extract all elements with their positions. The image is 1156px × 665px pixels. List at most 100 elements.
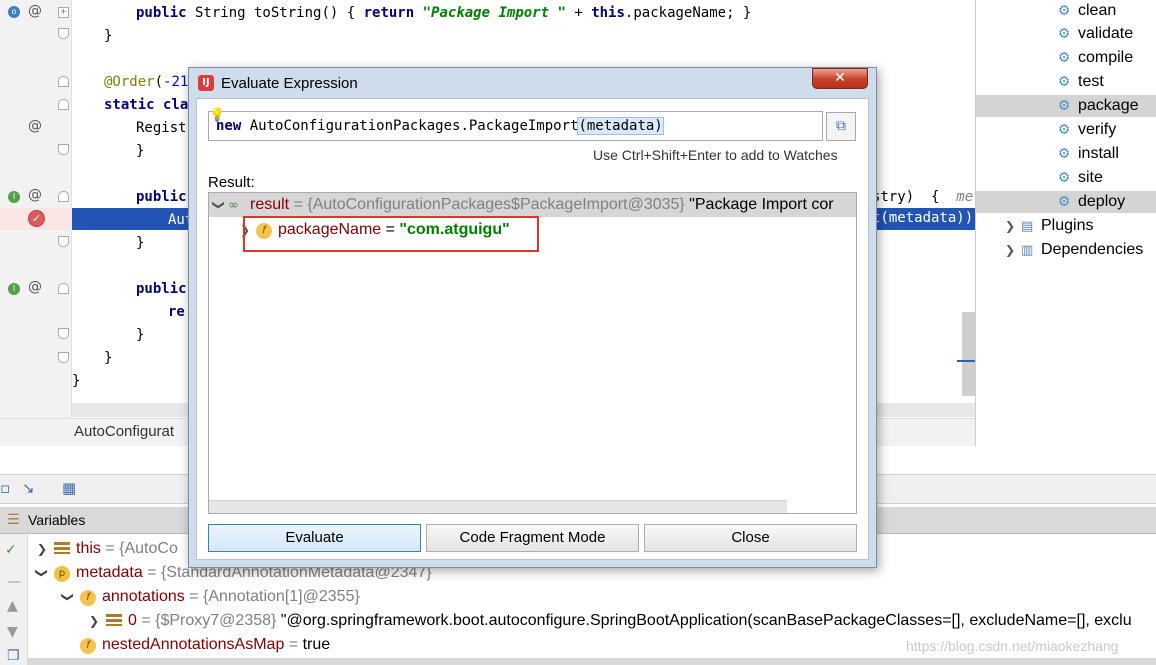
variables-list-icon: ☰ (7, 512, 20, 528)
result-row[interactable]: ❯ ∞ result = {AutoConfigurationPackages$Pa… (210, 193, 834, 218)
editor-vertical-scrollbar[interactable] (962, 312, 975, 396)
result-string: "Package Import cor (684, 196, 834, 213)
step-into-icon[interactable]: ↘ (22, 479, 35, 497)
maven-node-label: Dependencies (1041, 241, 1144, 258)
maven-goal-label: package (1078, 97, 1139, 114)
array-element-icon (106, 614, 122, 626)
implements-marker-icon[interactable]: I (8, 191, 20, 203)
expression-text[interactable]: new AutoConfigurationPackages.PackageImp… (216, 117, 664, 135)
override-marker-icon[interactable]: o (8, 6, 20, 18)
minus-icon[interactable]: — (7, 574, 21, 590)
chevron-down-icon[interactable]: ❯ (207, 196, 231, 214)
arrow-up-icon[interactable]: ▲ (7, 598, 18, 614)
arrow-down-icon[interactable]: ▼ (7, 624, 18, 640)
code-keyword: public (136, 189, 187, 205)
code-keyword: public (136, 5, 187, 21)
code-line-brace: } (104, 28, 113, 44)
chevron-right-icon[interactable]: ❯ (1005, 239, 1021, 261)
fold-end-icon[interactable] (58, 352, 69, 363)
chevron-down-icon[interactable]: ❯ (57, 587, 79, 607)
code-line-static: static cla (104, 97, 188, 113)
gear-icon: ⚙ (1057, 26, 1071, 42)
fold-end-icon[interactable] (58, 144, 69, 155)
maven-goal-deploy[interactable]: ⚙ deploy (976, 191, 1156, 213)
code-line-brace: } (136, 235, 145, 251)
maven-goal-install[interactable]: ⚙ install (1055, 143, 1119, 165)
variable-row-annotation-0[interactable]: ❯ 0 = {$Proxy7@2358} "@org.springframewor… (84, 610, 1132, 632)
code-annotation: @Order (104, 74, 155, 90)
variable-name: this (76, 540, 101, 557)
fold-expand-icon[interactable]: + (58, 7, 69, 18)
watermark: https://blog.csdn.net/miaokezhang (906, 638, 1119, 654)
variables-title: Variables (28, 512, 86, 528)
result-horizontal-scrollbar[interactable] (209, 500, 787, 513)
dependencies-icon: ▥ (1021, 243, 1034, 258)
dialog-close-button[interactable]: ✕ (812, 68, 868, 89)
code-line-brace: } (72, 373, 81, 389)
intellij-app-icon: IJ (198, 75, 214, 91)
gear-icon: ⚙ (1057, 146, 1071, 162)
fold-start-icon[interactable] (58, 191, 69, 202)
annotation-at-icon: @ (28, 118, 42, 134)
maven-goal-label: site (1078, 169, 1103, 186)
chevron-right-icon[interactable]: ❯ (32, 538, 52, 560)
result-name: result (250, 196, 290, 213)
chevron-down-icon[interactable]: ❯ (31, 563, 53, 583)
fold-start-icon[interactable] (58, 99, 69, 110)
maven-goal-clean[interactable]: ⚙ clean (1055, 0, 1117, 22)
fold-end-icon[interactable] (58, 28, 69, 39)
variable-row-annotations[interactable]: ❯ f annotations = {Annotation[1]@2355} (58, 586, 360, 608)
variable-name: annotations (102, 588, 185, 605)
chevron-right-icon[interactable]: ❯ (1005, 215, 1021, 237)
maven-goal-label: install (1078, 145, 1119, 162)
code-line-execution-tail: t(metadata)). (872, 210, 982, 226)
variable-row-nested-annotations[interactable]: f nestedAnnotationsAsMap = true (78, 634, 330, 656)
watch-glasses-icon[interactable]: ✓ (5, 542, 17, 558)
expand-expression-button[interactable]: ⧉ (826, 112, 856, 141)
copy-icon[interactable]: ❐ (7, 648, 20, 664)
breakpoint-icon[interactable]: ✓ (28, 210, 45, 227)
variable-equals: = (100, 540, 120, 557)
code-line-brace: } (136, 327, 145, 343)
maven-goal-verify[interactable]: ⚙ verify (1055, 119, 1117, 141)
code-text: + (565, 5, 592, 21)
restore-layout-icon[interactable]: ▫ (0, 479, 10, 497)
implements-marker-icon[interactable]: I (8, 283, 20, 295)
code-line-registrar: Registr (136, 120, 196, 136)
variable-row-this[interactable]: ❯ this = {AutoCo (32, 538, 178, 560)
fold-end-icon[interactable] (58, 328, 69, 339)
maven-node-plugins[interactable]: ❯ ▤ Plugins (1005, 215, 1093, 238)
object-icon (54, 542, 70, 554)
variable-equals: = (142, 564, 161, 581)
variable-boolean: true (302, 636, 331, 653)
gear-icon: ⚙ (1057, 3, 1071, 19)
code-keyword: this (591, 5, 625, 21)
maven-goal-label: clean (1078, 2, 1117, 19)
evaluate-table-icon[interactable]: ▦ (62, 479, 76, 497)
code-text: cla (154, 97, 189, 113)
code-fragment-mode-button[interactable]: Code Fragment Mode (426, 524, 639, 552)
maven-goal-label: test (1078, 73, 1104, 90)
code-highlighted-args: (metadata) (577, 117, 664, 135)
variable-name: 0 (128, 612, 137, 629)
evaluate-button[interactable]: Evaluate (208, 524, 421, 552)
maven-goal-site[interactable]: ⚙ site (1055, 167, 1103, 189)
fold-start-icon[interactable] (58, 76, 69, 87)
variable-name: nestedAnnotationsAsMap (102, 636, 285, 653)
maven-goal-label: validate (1078, 25, 1134, 42)
fold-end-icon[interactable] (58, 236, 69, 247)
maven-goal-package[interactable]: ⚙ package (976, 95, 1156, 117)
close-button[interactable]: Close (644, 524, 857, 552)
maven-goal-test[interactable]: ⚙ test (1055, 71, 1104, 93)
breadcrumb[interactable]: AutoConfigurat (74, 423, 174, 440)
maven-goal-compile[interactable]: ⚙ compile (1055, 47, 1133, 69)
maven-goal-validate[interactable]: ⚙ validate (1055, 23, 1133, 45)
annotation-at-icon: @ (28, 187, 42, 203)
chevron-right-icon[interactable]: ❯ (84, 610, 104, 632)
field-icon: f (80, 590, 96, 606)
code-text: String toString() { (186, 5, 364, 21)
expand-editor-icon: ⧉ (836, 118, 846, 134)
fold-start-icon[interactable] (58, 283, 69, 294)
maven-node-dependencies[interactable]: ❯ ▥ Dependencies (1005, 239, 1143, 262)
scroll-marker (957, 360, 975, 362)
